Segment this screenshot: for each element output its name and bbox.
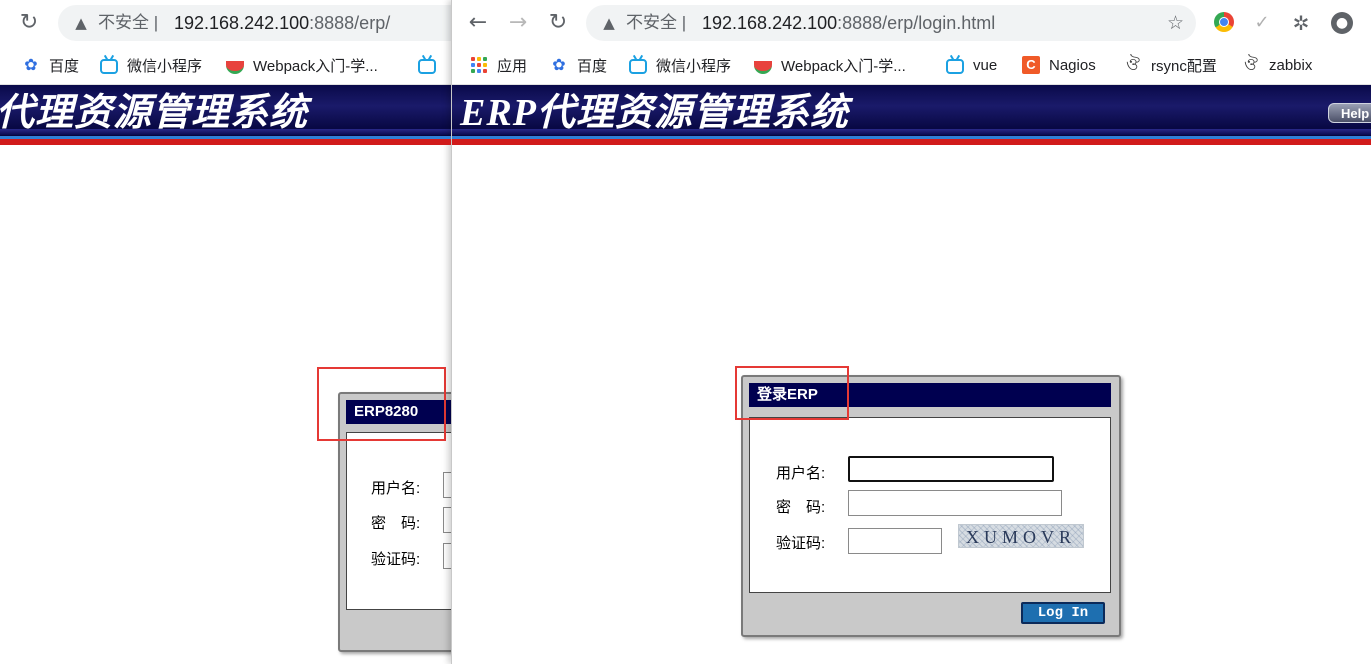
dialog-title: 登录ERP — [749, 383, 1111, 407]
login-dialog: ERP8280 用户名: 密 码: 验证码: — [338, 392, 451, 652]
bookmark-webpack[interactable]: Webpack入门-学... — [754, 55, 906, 75]
captcha-input[interactable] — [848, 528, 942, 554]
username-input[interactable] — [848, 456, 1054, 482]
bilibili-tv-icon — [418, 59, 436, 74]
bookmark-rsync[interactable]: ঔ rsync配置 — [1124, 55, 1217, 75]
erp-header-title: ERP代理资源管理系统 — [460, 92, 849, 134]
security-label: 不安全 — [626, 13, 677, 32]
bookmark-label: Webpack入门-学... — [253, 57, 378, 75]
help-button[interactable]: Help — [1328, 103, 1371, 123]
password-input[interactable] — [848, 490, 1062, 516]
background-browser-window: ↻ ▲ 不安全 | 192.168.242.100:8888/erp/ ✿ 百度… — [0, 0, 451, 664]
apps-grid-icon — [470, 56, 488, 74]
watermelon-icon — [754, 60, 772, 74]
password-label: 密 码: — [776, 499, 826, 516]
erp-header-banner: ERP代理资源管理系统 Help — [452, 85, 1371, 145]
reload-icon[interactable]: ↻ — [545, 10, 571, 36]
bookmark-label: 微信小程序 — [656, 57, 732, 75]
erp-page: 代理资源管理系统 ERP8280 用户名: 密 码: 验证码: — [0, 85, 451, 664]
captcha-label: 验证码: — [371, 551, 421, 568]
bookmark-wechat-miniprogram[interactable]: 微信小程序 — [100, 55, 202, 75]
url-path: :8888/erp/login.html — [837, 13, 996, 33]
bookmark-label: vue — [973, 56, 998, 74]
username-label: 用户名: — [776, 465, 826, 482]
url-text: 192.168.242.100:8888/erp/ — [174, 12, 390, 34]
foreground-browser-window: ← → ↻ ▲ 不安全 | 192.168.242.100:8888/erp/l… — [451, 0, 1371, 664]
username-input[interactable] — [443, 472, 451, 498]
browser-toolbar: ← → ↻ ▲ 不安全 | 192.168.242.100:8888/erp/l… — [452, 0, 1371, 46]
username-label: 用户名: — [371, 480, 421, 497]
bookmarks-bar: ✿ 百度 微信小程序 Webpack入门-学... — [0, 46, 451, 85]
bookmark-wechat-miniprogram[interactable]: 微信小程序 — [629, 55, 731, 75]
baidu-paw-icon: ✿ — [552, 55, 566, 74]
forward-arrow-icon[interactable]: → — [505, 10, 531, 36]
swirl-icon: ঔ — [1126, 55, 1140, 75]
url-path: :8888/erp/ — [309, 13, 391, 33]
password-input[interactable] — [443, 507, 451, 533]
security-status: 不安全 | — [98, 13, 158, 33]
warning-icon: ▲ — [75, 14, 87, 32]
url-host: 192.168.242.100 — [174, 13, 310, 33]
security-status: 不安全 | — [626, 13, 686, 33]
bilibili-tv-icon — [946, 59, 964, 74]
dialog-body: 用户名: 密 码: 验证码: — [346, 432, 451, 610]
password-label: 密 码: — [371, 515, 421, 532]
url-host: 192.168.242.100 — [702, 13, 838, 33]
nagios-c-icon: C — [1022, 56, 1040, 74]
chrome-extension-icon[interactable] — [1214, 12, 1234, 32]
bookmark-vue-partial[interactable] — [418, 55, 445, 75]
bookmark-zabbix[interactable]: ঔ zabbix — [1242, 55, 1312, 75]
bookmark-label: 微信小程序 — [127, 57, 203, 75]
bookmark-baidu[interactable]: ✿ 百度 — [550, 55, 607, 75]
profile-avatar-icon[interactable]: ● — [1331, 12, 1353, 34]
bookmark-label: Nagios — [1049, 56, 1096, 74]
swirl-icon: ঔ — [1244, 55, 1258, 75]
dialog-body: 用户名: 密 码: 验证码: XUMOVR — [749, 417, 1111, 593]
security-label: 不安全 — [98, 13, 149, 32]
separator: | — [681, 13, 687, 32]
address-bar[interactable]: ▲ 不安全 | 192.168.242.100:8888/erp/login.h… — [586, 5, 1196, 41]
bookmark-vue[interactable]: vue — [946, 55, 997, 75]
bookmark-label: 应用 — [497, 57, 528, 75]
erp-header-banner: 代理资源管理系统 — [0, 85, 451, 145]
bookmarks-bar: 应用 ✿ 百度 微信小程序 Webpack入门-学... vue C Nagio… — [452, 46, 1371, 85]
bookmark-webpack[interactable]: Webpack入门-学... — [226, 55, 378, 75]
bilibili-tv-icon — [629, 59, 647, 74]
login-dialog: 登录ERP 用户名: 密 码: 验证码: XUMOVR Log In — [741, 375, 1121, 637]
reload-icon[interactable]: ↻ — [16, 10, 42, 36]
url-text: 192.168.242.100:8888/erp/login.html — [702, 12, 995, 34]
erp-header-title: 代理资源管理系统 — [0, 92, 309, 134]
captcha-input[interactable] — [443, 543, 451, 569]
captcha-image[interactable]: XUMOVR — [958, 524, 1084, 548]
bookmark-label: rsync配置 — [1151, 57, 1217, 75]
bilibili-tv-icon — [100, 59, 118, 74]
bookmark-baidu[interactable]: ✿ 百度 — [22, 55, 79, 75]
watermelon-icon — [226, 60, 244, 74]
header-red-stripe — [452, 139, 1371, 145]
address-bar[interactable]: ▲ 不安全 | 192.168.242.100:8888/erp/ — [58, 5, 451, 41]
bookmark-nagios[interactable]: C Nagios — [1022, 55, 1096, 75]
checkmark-extension-icon[interactable]: ✓ — [1249, 10, 1275, 36]
puzzle-extensions-icon[interactable]: ✲ — [1288, 10, 1314, 36]
erp-page: ERP代理资源管理系统 Help 登录ERP 用户名: 密 码: 验证码: XU… — [452, 85, 1371, 664]
browser-toolbar: ↻ ▲ 不安全 | 192.168.242.100:8888/erp/ — [0, 0, 451, 46]
separator: | — [153, 13, 159, 32]
bookmark-star-icon[interactable]: ☆ — [1167, 12, 1184, 34]
bookmark-label: Webpack入门-学... — [781, 57, 906, 75]
bookmark-label: 百度 — [577, 57, 608, 75]
bookmark-label: 百度 — [49, 57, 80, 75]
bookmark-label: zabbix — [1269, 56, 1313, 74]
baidu-paw-icon: ✿ — [24, 55, 38, 74]
back-arrow-icon[interactable]: ← — [465, 10, 491, 36]
bookmark-apps[interactable]: 应用 — [470, 55, 527, 75]
login-button[interactable]: Log In — [1021, 602, 1105, 624]
warning-icon: ▲ — [603, 14, 615, 32]
header-red-stripe — [0, 139, 451, 145]
dialog-title: ERP8280 — [346, 400, 451, 424]
captcha-label: 验证码: — [776, 535, 826, 552]
